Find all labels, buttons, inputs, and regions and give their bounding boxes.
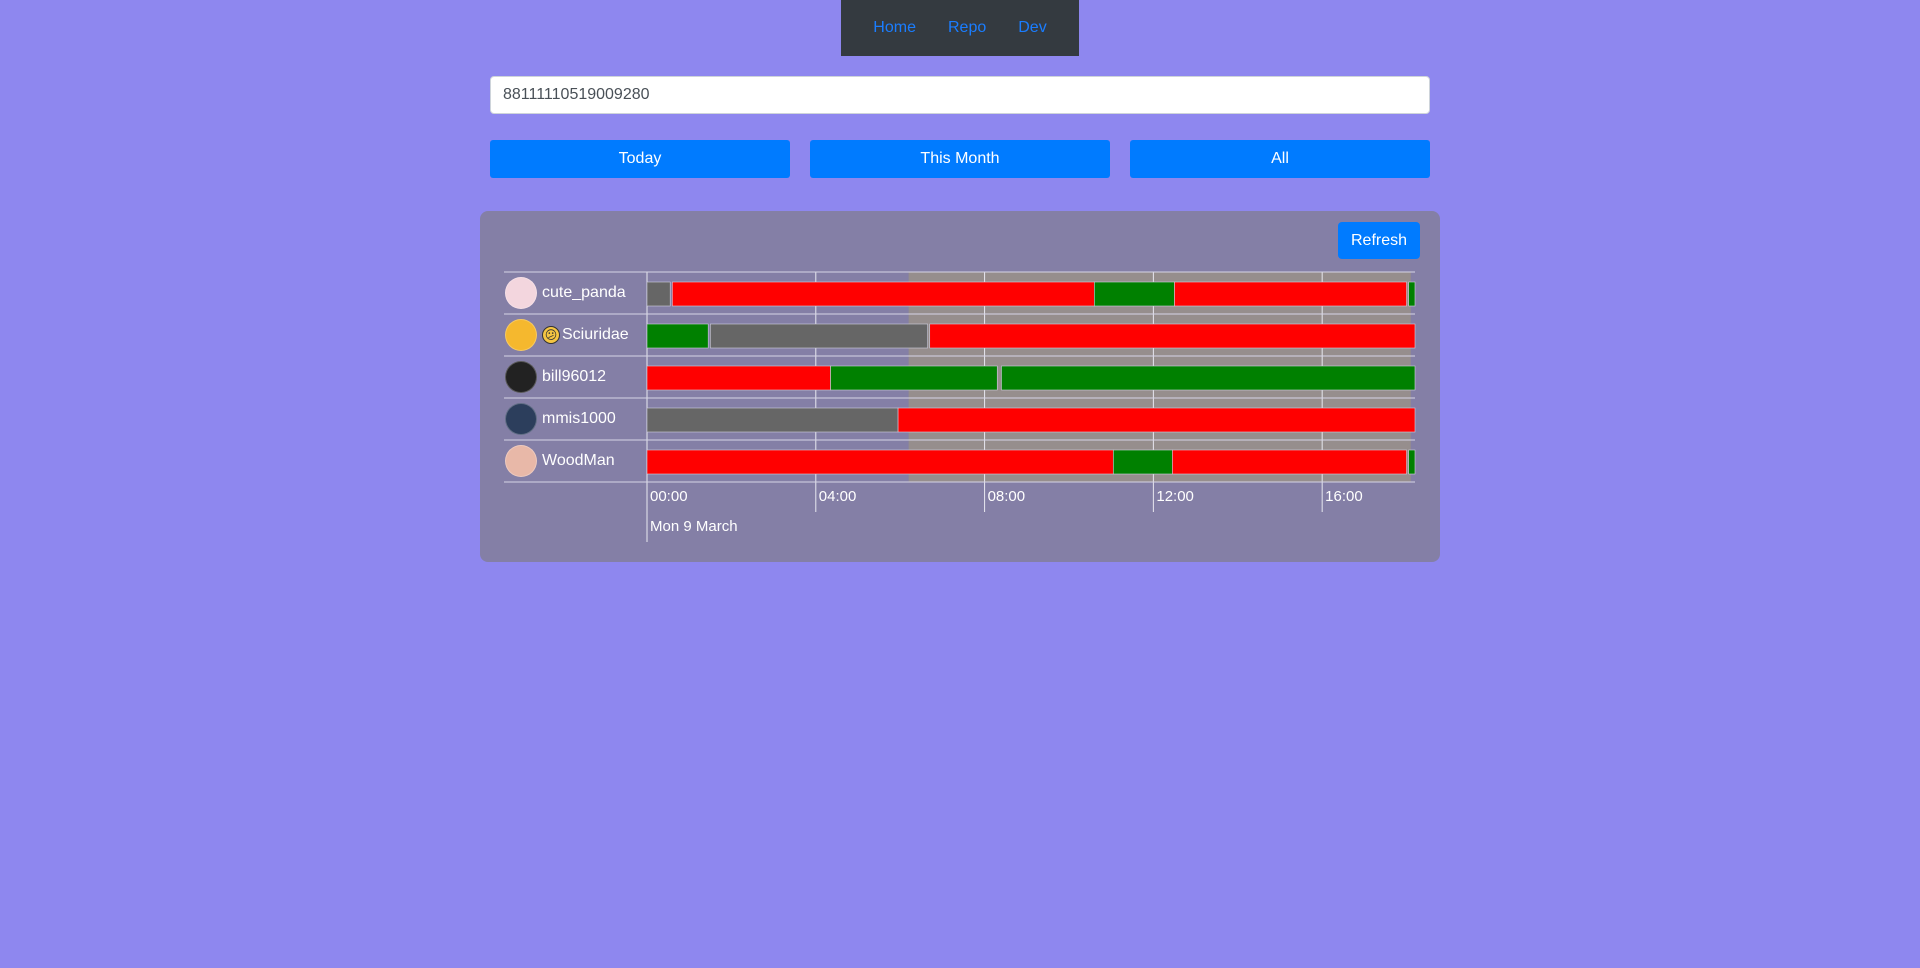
time-tick-label: 12:00 xyxy=(1156,488,1194,505)
user-row-label: mmis1000 xyxy=(505,398,645,440)
user-name: WoodMan xyxy=(542,452,615,469)
all-button[interactable]: All xyxy=(1130,140,1430,178)
refresh-button[interactable]: Refresh xyxy=(1338,222,1420,259)
search-input[interactable] xyxy=(490,76,1430,114)
avatar xyxy=(505,361,537,393)
this-month-button[interactable]: This Month xyxy=(810,140,1110,178)
time-tick-label: 16:00 xyxy=(1325,488,1363,505)
user-name: Sciuridae xyxy=(562,326,629,343)
time-tick-label: 08:00 xyxy=(987,488,1026,505)
status-emoji-icon: 😕 xyxy=(542,326,560,344)
avatar xyxy=(505,277,537,309)
avatar xyxy=(505,319,537,351)
user-row-label: WoodMan xyxy=(505,440,645,482)
time-tick-label: 00:00 xyxy=(650,488,688,505)
today-button[interactable]: Today xyxy=(490,140,790,178)
user-row-label: bill96012 xyxy=(505,356,645,398)
avatar xyxy=(505,403,537,435)
time-tick-label: 04:00 xyxy=(818,488,857,505)
date-label: Mon 9 March xyxy=(650,518,738,535)
user-row-label: cute_panda xyxy=(505,272,645,314)
nav-dev-link[interactable]: Dev xyxy=(1018,19,1046,37)
top-nav: Home Repo Dev xyxy=(841,0,1079,56)
avatar xyxy=(505,445,537,477)
user-name: bill96012 xyxy=(542,368,607,385)
user-row-label: 😕 Sciuridae xyxy=(505,314,645,356)
nav-home-link[interactable]: Home xyxy=(873,19,916,37)
user-name: cute_panda xyxy=(542,284,626,301)
user-name: mmis1000 xyxy=(542,410,616,427)
nav-repo-link[interactable]: Repo xyxy=(948,19,986,37)
